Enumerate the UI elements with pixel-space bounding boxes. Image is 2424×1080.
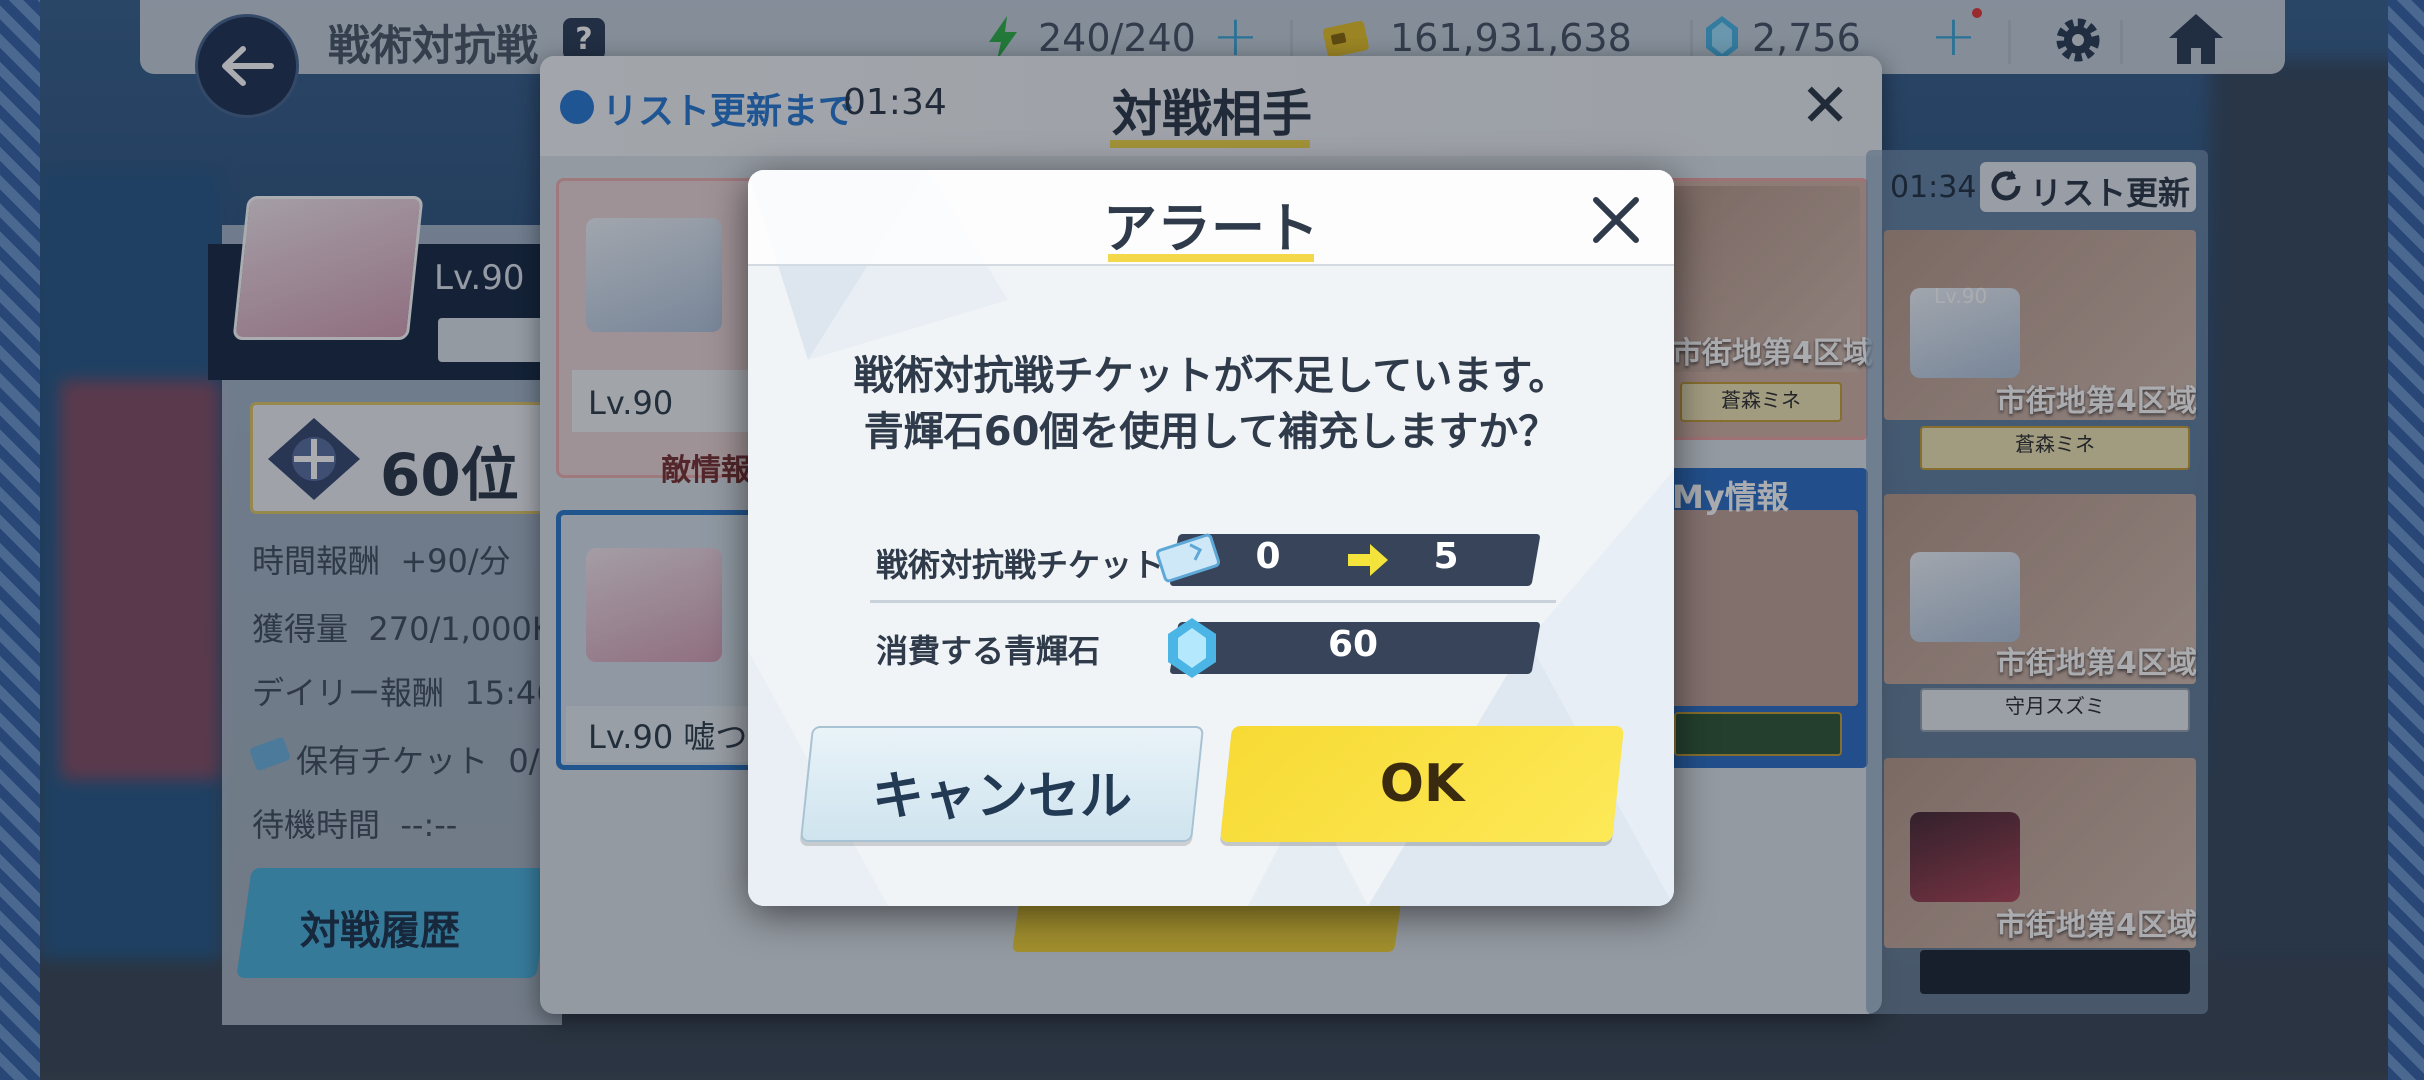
ok-button-label: OK <box>1379 754 1465 814</box>
pyroxene-icon <box>1168 618 1216 678</box>
close-icon[interactable] <box>1586 190 1646 250</box>
dialog-message-line: 戦術対抗戦チケットが不足しています。 <box>853 353 1569 399</box>
row-divider <box>870 600 1556 603</box>
dialog-title: アラート <box>1103 197 1319 260</box>
ticket-to-value: 5 <box>1433 536 1459 577</box>
cost-value: 60 <box>1327 624 1379 665</box>
alert-dialog: アラート 戦術対抗戦チケットが不足しています。 青輝石60個を使用して補充します… <box>748 170 1674 906</box>
ticket-row-label: 戦術対抗戦チケット <box>876 546 1165 584</box>
ticket-from-value: 0 <box>1255 536 1281 577</box>
dialog-message-line: 青輝石60個を使用して補充しますか？ <box>863 409 1559 455</box>
cancel-button-label: キャンセル <box>871 767 1132 827</box>
ticket-icon <box>1155 533 1221 583</box>
arrow-right-icon <box>1348 544 1388 576</box>
title-underline <box>1108 254 1314 262</box>
cost-row-label: 消費する青輝石 <box>876 632 1101 670</box>
dialog-message: 戦術対抗戦チケットが不足しています。 青輝石60個を使用して補充しますか？ <box>748 348 1674 460</box>
